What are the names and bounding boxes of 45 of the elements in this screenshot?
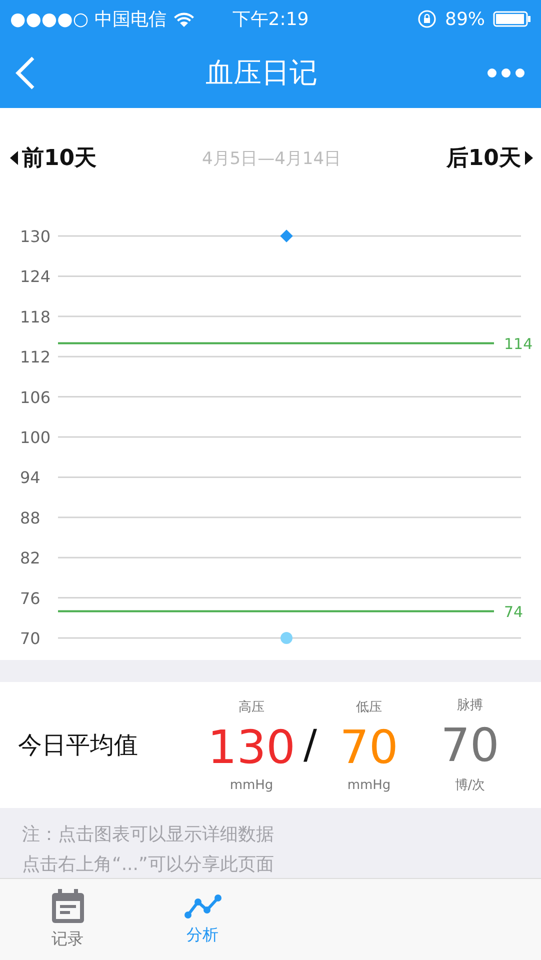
metric-label: 脉搏 bbox=[457, 697, 483, 714]
data-point[interactable] bbox=[280, 632, 292, 644]
summary-title: 今日平均值 bbox=[18, 730, 139, 761]
more-button[interactable] bbox=[487, 68, 525, 78]
note-text: 点击右上角“...”可以分享此页面 bbox=[22, 853, 275, 876]
metric-value: 70 bbox=[340, 718, 398, 776]
axis-label: 94 bbox=[20, 468, 40, 488]
axis-label: 124 bbox=[20, 267, 51, 286]
axis-label: 70 bbox=[20, 629, 40, 648]
trend-icon bbox=[184, 893, 222, 919]
reference-label: 74 bbox=[504, 603, 524, 622]
wifi-icon bbox=[174, 12, 194, 26]
battery-icon bbox=[493, 11, 532, 27]
axis-label: 100 bbox=[20, 428, 51, 447]
metric-unit: mmHg bbox=[230, 778, 274, 792]
next-range-button[interactable]: 后10天 bbox=[446, 143, 533, 173]
metric-value: 130 bbox=[208, 718, 296, 776]
note-text: 注：点击图表可以显示详细数据 bbox=[22, 823, 275, 846]
metric-value: 70 bbox=[440, 717, 500, 774]
right-triangle-icon bbox=[525, 151, 533, 165]
axis-label: 88 bbox=[20, 508, 40, 528]
reference-label: 114 bbox=[504, 335, 533, 354]
data-point[interactable] bbox=[280, 230, 293, 242]
back-button[interactable] bbox=[14, 56, 36, 90]
axis-label: 82 bbox=[20, 548, 40, 568]
clock-text: 下午2:19 bbox=[232, 8, 309, 31]
metric-unit: 博/次 bbox=[454, 777, 486, 794]
carrier-text: ●●●●○ 中国电信 bbox=[10, 8, 166, 31]
calendar-icon bbox=[52, 889, 84, 923]
tab-item[interactable]: 记录 bbox=[0, 879, 135, 960]
axis-label: 130 bbox=[20, 227, 51, 246]
axis-label: 76 bbox=[20, 588, 40, 608]
axis-label: 106 bbox=[20, 388, 51, 407]
metric-label: 低压 bbox=[356, 698, 382, 716]
page-title: 血压日记 bbox=[206, 55, 318, 91]
axis-label: 118 bbox=[20, 307, 51, 326]
separator-text: / bbox=[304, 722, 317, 768]
battery-text: 89% bbox=[445, 8, 486, 30]
previous-range-button[interactable]: 前10天 bbox=[10, 143, 97, 173]
left-triangle-icon bbox=[10, 151, 18, 165]
date-range: 4月5日—4月14日 bbox=[202, 148, 342, 170]
metric-label: 高压 bbox=[238, 698, 265, 716]
rotation-lock-icon bbox=[417, 9, 437, 29]
axis-label: 112 bbox=[20, 348, 51, 367]
metric-unit: mmHg bbox=[347, 778, 391, 792]
